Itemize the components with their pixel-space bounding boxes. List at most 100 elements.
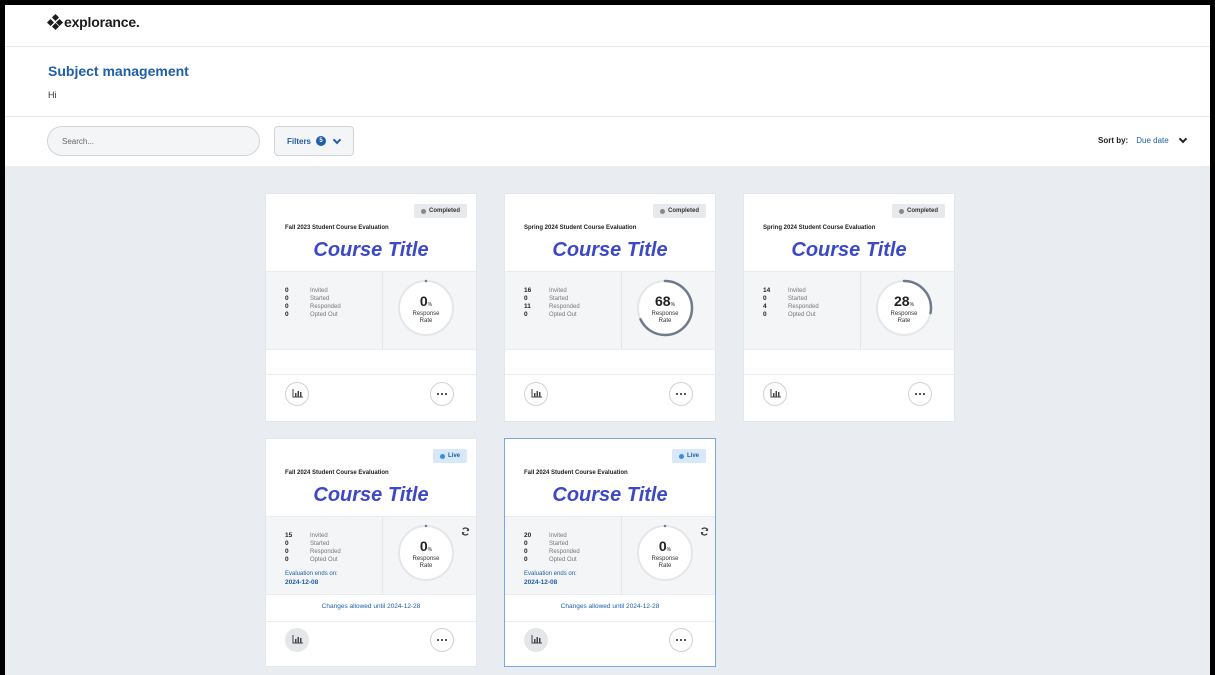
stat-value: 0 bbox=[524, 295, 528, 302]
status-badge: Completed bbox=[891, 204, 945, 218]
status-text: Completed bbox=[667, 208, 699, 214]
stats-panel: 16 Invited 0 Started 11 Responded 0 Opte… bbox=[505, 271, 715, 350]
evaluation-ends-date: 2024-12-08 bbox=[285, 579, 319, 586]
course-title[interactable]: Course Title bbox=[266, 239, 476, 262]
evaluation-card[interactable]: Completed Spring 2024 Student Course Eva… bbox=[743, 193, 955, 422]
evaluation-card[interactable]: Completed Fall 2023 Student Course Evalu… bbox=[265, 193, 477, 422]
response-word: Response bbox=[651, 311, 679, 317]
explorance-logo[interactable]: explorance. bbox=[46, 13, 140, 31]
stat-label: Opted Out bbox=[310, 556, 338, 563]
response-rate-value: 68% bbox=[635, 293, 695, 309]
stat-row-invited: 16 Invited bbox=[524, 287, 567, 294]
chevron-down-icon bbox=[332, 135, 342, 144]
stat-label: Started bbox=[549, 295, 569, 302]
status-text: Completed bbox=[428, 208, 460, 214]
more-options-button[interactable] bbox=[430, 628, 454, 652]
report-button[interactable] bbox=[763, 382, 787, 406]
rate-word: Rate bbox=[658, 563, 672, 569]
chevron-down-icon[interactable] bbox=[1178, 134, 1187, 144]
window-frame-right bbox=[1210, 0, 1215, 675]
stat-value: 0 bbox=[285, 311, 289, 318]
rate-percent: % bbox=[666, 547, 672, 553]
evaluation-card[interactable]: Live Fall 2024 Student Course Evaluation… bbox=[504, 438, 716, 667]
stats-divider bbox=[621, 517, 622, 594]
report-button[interactable] bbox=[285, 628, 309, 652]
stat-row-responded: 11 Responded bbox=[524, 303, 580, 310]
stat-row-opted-out: 0 Opted Out bbox=[285, 311, 338, 318]
filters-label: Filters bbox=[287, 136, 312, 146]
stat-label: Invited bbox=[549, 532, 567, 539]
status-dot-icon bbox=[898, 208, 904, 214]
stat-row-opted-out: 0 Opted Out bbox=[285, 556, 338, 563]
status-text: Live bbox=[686, 453, 699, 459]
course-title[interactable]: Course Title bbox=[505, 484, 715, 507]
response-rate-label: Response Rate bbox=[874, 311, 934, 325]
stats-divider bbox=[621, 272, 622, 349]
more-options-button[interactable] bbox=[908, 382, 932, 406]
response-word: Response bbox=[651, 556, 679, 562]
report-button[interactable] bbox=[524, 628, 548, 652]
stat-value: 0 bbox=[285, 295, 289, 302]
stat-value: 14 bbox=[763, 287, 771, 294]
course-title[interactable]: Course Title bbox=[505, 239, 715, 262]
more-dots-icon bbox=[436, 638, 448, 642]
sort-control[interactable]: Sort by: Due date bbox=[1098, 134, 1187, 145]
stats-panel: 15 Invited 0 Started 0 Responded 0 Opted… bbox=[266, 516, 476, 595]
stat-row-invited: 14 Invited bbox=[763, 287, 806, 294]
response-word: Response bbox=[412, 556, 440, 562]
more-options-button[interactable] bbox=[430, 382, 454, 406]
stat-label: Opted Out bbox=[549, 311, 577, 318]
stat-row-started: 0 Started bbox=[285, 295, 329, 302]
report-button[interactable] bbox=[524, 382, 548, 406]
more-dots-icon bbox=[675, 638, 687, 642]
refresh-icon[interactable] bbox=[461, 523, 470, 536]
bar-chart-icon bbox=[531, 631, 542, 649]
top-bar: explorance. bbox=[5, 5, 1210, 47]
response-rate-label: Response Rate bbox=[396, 556, 456, 570]
status-badge: Live bbox=[432, 449, 467, 463]
status-dot-icon bbox=[439, 453, 445, 459]
more-options-button[interactable] bbox=[669, 382, 693, 406]
rate-percent: % bbox=[909, 302, 915, 308]
filters-button[interactable]: Filters 5 bbox=[274, 126, 354, 156]
stat-value: 0 bbox=[524, 556, 528, 563]
evaluation-card[interactable]: Completed Spring 2024 Student Course Eva… bbox=[504, 193, 716, 422]
response-rate-value: 0% bbox=[635, 538, 695, 554]
rate-number: 68 bbox=[654, 293, 671, 309]
evaluation-ends-label: Evaluation ends on: bbox=[524, 571, 577, 577]
stat-row-started: 0 Started bbox=[524, 295, 568, 302]
evaluation-name: Fall 2024 Student Course Evaluation bbox=[524, 470, 628, 476]
stats-panel: 20 Invited 0 Started 0 Responded 0 Opted… bbox=[505, 516, 715, 595]
logo-text: explorance. bbox=[64, 14, 140, 30]
status-badge: Completed bbox=[413, 204, 467, 218]
refresh-icon[interactable] bbox=[700, 523, 709, 536]
course-title[interactable]: Course Title bbox=[266, 484, 476, 507]
stat-value: 0 bbox=[285, 303, 289, 310]
report-button[interactable] bbox=[285, 382, 309, 406]
stat-label: Started bbox=[549, 540, 569, 547]
more-options-button[interactable] bbox=[669, 628, 693, 652]
stat-value: 0 bbox=[285, 556, 289, 563]
response-rate-value: 0% bbox=[396, 293, 456, 309]
sort-value[interactable]: Due date bbox=[1136, 136, 1168, 145]
rate-number: 0 bbox=[419, 293, 428, 309]
footer-divider bbox=[744, 374, 954, 375]
rate-word: Rate bbox=[897, 318, 911, 324]
stat-label: Invited bbox=[549, 287, 567, 294]
search-input[interactable]: Search... bbox=[47, 126, 260, 156]
greeting-text: Hi bbox=[48, 90, 57, 100]
stat-label: Invited bbox=[310, 532, 328, 539]
stat-value: 20 bbox=[524, 532, 532, 539]
status-dot-icon bbox=[420, 208, 426, 214]
evaluation-name: Fall 2024 Student Course Evaluation bbox=[285, 470, 389, 476]
response-word: Response bbox=[890, 311, 918, 317]
bar-chart-icon bbox=[292, 631, 303, 649]
stat-label: Opted Out bbox=[310, 311, 338, 318]
evaluation-card[interactable]: Live Fall 2024 Student Course Evaluation… bbox=[265, 438, 477, 667]
stat-label: Responded bbox=[788, 303, 819, 310]
response-word: Response bbox=[412, 311, 440, 317]
footer-divider bbox=[505, 374, 715, 375]
status-dot-icon bbox=[659, 208, 665, 214]
evaluation-ends-date: 2024-12-08 bbox=[524, 579, 558, 586]
course-title[interactable]: Course Title bbox=[744, 239, 954, 262]
